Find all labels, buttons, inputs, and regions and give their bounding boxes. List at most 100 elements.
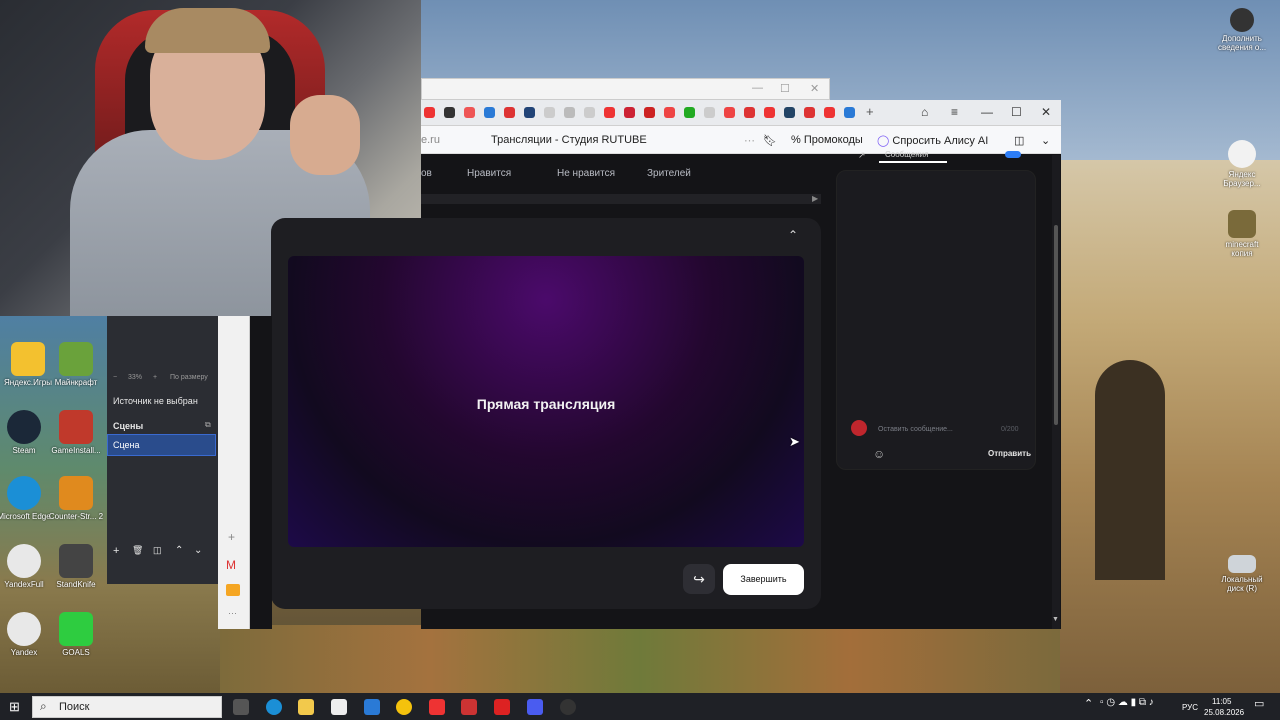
clock-date[interactable]: 25.08.2026 [1204, 708, 1244, 717]
obs-taskbar-icon[interactable] [560, 699, 576, 715]
desktop-icon-details[interactable]: Дополнить сведения о... [1214, 8, 1270, 52]
tab-favicon[interactable] [584, 107, 595, 118]
send-button[interactable]: Отправить [988, 449, 1031, 458]
obs-zoom-minus[interactable]: − [113, 374, 117, 381]
obs-undock-icon[interactable]: ⧉ [205, 420, 211, 430]
gmail-icon[interactable]: M [226, 558, 236, 572]
gmail-taskbar-icon[interactable] [461, 699, 477, 715]
desktop-icon-minecraft[interactable]: Майнкрафт [48, 342, 104, 387]
ask-alice-button[interactable]: ◯ Спросить Алису AI [877, 134, 988, 147]
minimize-icon[interactable]: — [752, 82, 763, 94]
tab-favicon[interactable] [444, 107, 455, 118]
mail-icon[interactable] [226, 584, 240, 596]
tab-favicon[interactable] [424, 107, 435, 118]
desktop-icon-standknife[interactable]: StandKnife [48, 544, 104, 589]
tab-favicon[interactable] [484, 107, 495, 118]
tab-favicon[interactable] [784, 107, 795, 118]
chevron-down-icon[interactable]: ⌄ [1041, 134, 1050, 147]
tab-favicon[interactable] [844, 107, 855, 118]
tab-favicon[interactable] [804, 107, 815, 118]
obs-move-up-icon[interactable]: ⌃ [175, 545, 183, 556]
more-icon[interactable]: ⋯ [744, 134, 755, 147]
tab-favicon[interactable] [564, 107, 575, 118]
emoji-icon[interactable]: ☺ [873, 447, 885, 461]
desktop-icon-minecraft-copy[interactable]: minecraft копия [1214, 210, 1270, 258]
start-button[interactable]: ⊞ [9, 699, 20, 715]
end-stream-button[interactable]: Завершить [723, 564, 804, 595]
tab-favicon[interactable] [744, 107, 755, 118]
new-tab-icon[interactable]: + [866, 104, 874, 119]
close-icon[interactable]: ✕ [1041, 105, 1051, 119]
yandex-taskbar-icon[interactable] [429, 699, 445, 715]
tab-favicon[interactable] [644, 107, 655, 118]
tab-favicon[interactable] [624, 107, 635, 118]
taskbar-search[interactable]: ⌕ Поиск [32, 696, 222, 718]
obs-scene-filter-icon[interactable]: ◫ [153, 545, 162, 556]
yandex-browser-taskbar-icon[interactable] [396, 699, 412, 715]
task-view-icon[interactable] [233, 699, 249, 715]
menu-icon[interactable]: ≡ [951, 105, 958, 119]
chat-toggle[interactable] [1005, 151, 1021, 158]
side-add-icon[interactable]: + [228, 530, 235, 544]
desktop-icon-yandex[interactable]: Yandex [0, 612, 52, 657]
store-taskbar-icon[interactable] [331, 699, 347, 715]
explorer-taskbar-icon[interactable] [298, 699, 314, 715]
close-icon[interactable]: ✕ [810, 82, 819, 95]
page-tab-title[interactable]: Трансляции - Студия RUTUBE [491, 134, 647, 146]
bookmark-icon[interactable]: 🔖︎ [763, 134, 777, 147]
chat-tab-messages[interactable]: Сообщения [885, 150, 928, 159]
tab-favicon[interactable] [764, 107, 775, 118]
mail-taskbar-icon[interactable] [364, 699, 380, 715]
desktop-icon-yandex-browser[interactable]: Яндекс Браузер... [1214, 140, 1270, 188]
keyboard-language[interactable]: РУС [1182, 703, 1198, 712]
obs-move-down-icon[interactable]: ⌄ [194, 545, 202, 556]
obs-scene-item[interactable]: Сцена [107, 434, 216, 456]
video-preview[interactable]: Прямая трансляция [288, 256, 804, 547]
sidebar-icon[interactable]: ◫ [1014, 134, 1024, 147]
collapse-chevron-icon[interactable]: ⌃ [788, 228, 798, 242]
maximize-icon[interactable]: ☐ [780, 82, 790, 95]
page-scrollbar-thumb[interactable] [1054, 225, 1058, 425]
downloads-icon[interactable]: ⌂ [921, 105, 928, 119]
notifications-icon[interactable]: ▭ [1254, 697, 1264, 710]
desktop-icon-counter-strike[interactable]: Counter-Str... 2 [48, 476, 104, 521]
tab-favicon[interactable] [544, 107, 555, 118]
tab-favicon[interactable] [524, 107, 535, 118]
desktop-icon-local-disk[interactable]: Локальный диск (R) [1214, 555, 1270, 593]
chat-input[interactable]: Оставить сообщение... [878, 426, 953, 433]
tab-favicon[interactable] [504, 107, 515, 118]
tab-favicon[interactable] [824, 107, 835, 118]
obs-zoom-plus[interactable]: + [153, 374, 157, 381]
obs-fit-label[interactable]: По размеру [170, 374, 208, 381]
side-more-icon[interactable]: ⋯ [228, 608, 237, 619]
horizontal-scrollbar[interactable] [421, 194, 821, 204]
scroll-down-icon[interactable]: ▼ [1052, 616, 1059, 623]
desktop-icon-edge[interactable]: Microsoft Edge [0, 476, 52, 521]
tab-favicon[interactable] [684, 107, 695, 118]
tab-favicon[interactable] [664, 107, 675, 118]
desktop-icon-yandexfull[interactable]: YandexFull [0, 544, 52, 589]
url-text[interactable]: e.ru [421, 134, 440, 146]
tab-favicon[interactable] [604, 107, 615, 118]
app-taskbar-icon[interactable] [494, 699, 510, 715]
tab-favicon[interactable] [704, 107, 715, 118]
desktop-icon-steam[interactable]: Steam [0, 410, 52, 455]
obs-add-scene-icon[interactable]: + [113, 545, 119, 557]
tray-expand-icon[interactable]: ⌃ [1084, 697, 1093, 710]
promocodes-button[interactable]: % Промокоды [791, 134, 863, 146]
minimize-icon[interactable]: — [981, 105, 993, 119]
share-button[interactable]: ↪ [683, 564, 715, 594]
desktop-icon-goals[interactable]: GOALS [48, 612, 104, 657]
clock-time[interactable]: 11:05 [1212, 697, 1231, 706]
app-taskbar-icon-2[interactable] [527, 699, 543, 715]
tab-favicon[interactable] [724, 107, 735, 118]
scroll-right-icon[interactable]: ▶ [812, 194, 818, 203]
tray-icons[interactable]: ▫ ◷ ☁ ▮ ⧉ ♪ [1100, 697, 1154, 708]
desktop-icon-gameinstaller[interactable]: GameInstall... [48, 410, 104, 455]
obs-remove-scene-icon[interactable]: 🗑︎ [132, 545, 143, 556]
chat-back-icon[interactable]: ↗ [858, 150, 866, 161]
edge-taskbar-icon[interactable] [266, 699, 282, 715]
tab-favicon[interactable] [464, 107, 475, 118]
address-bar[interactable]: e.ru Трансляции - Студия RUTUBE ⋯ 🔖︎ % П… [421, 126, 1061, 154]
maximize-icon[interactable]: ☐ [1011, 105, 1022, 119]
